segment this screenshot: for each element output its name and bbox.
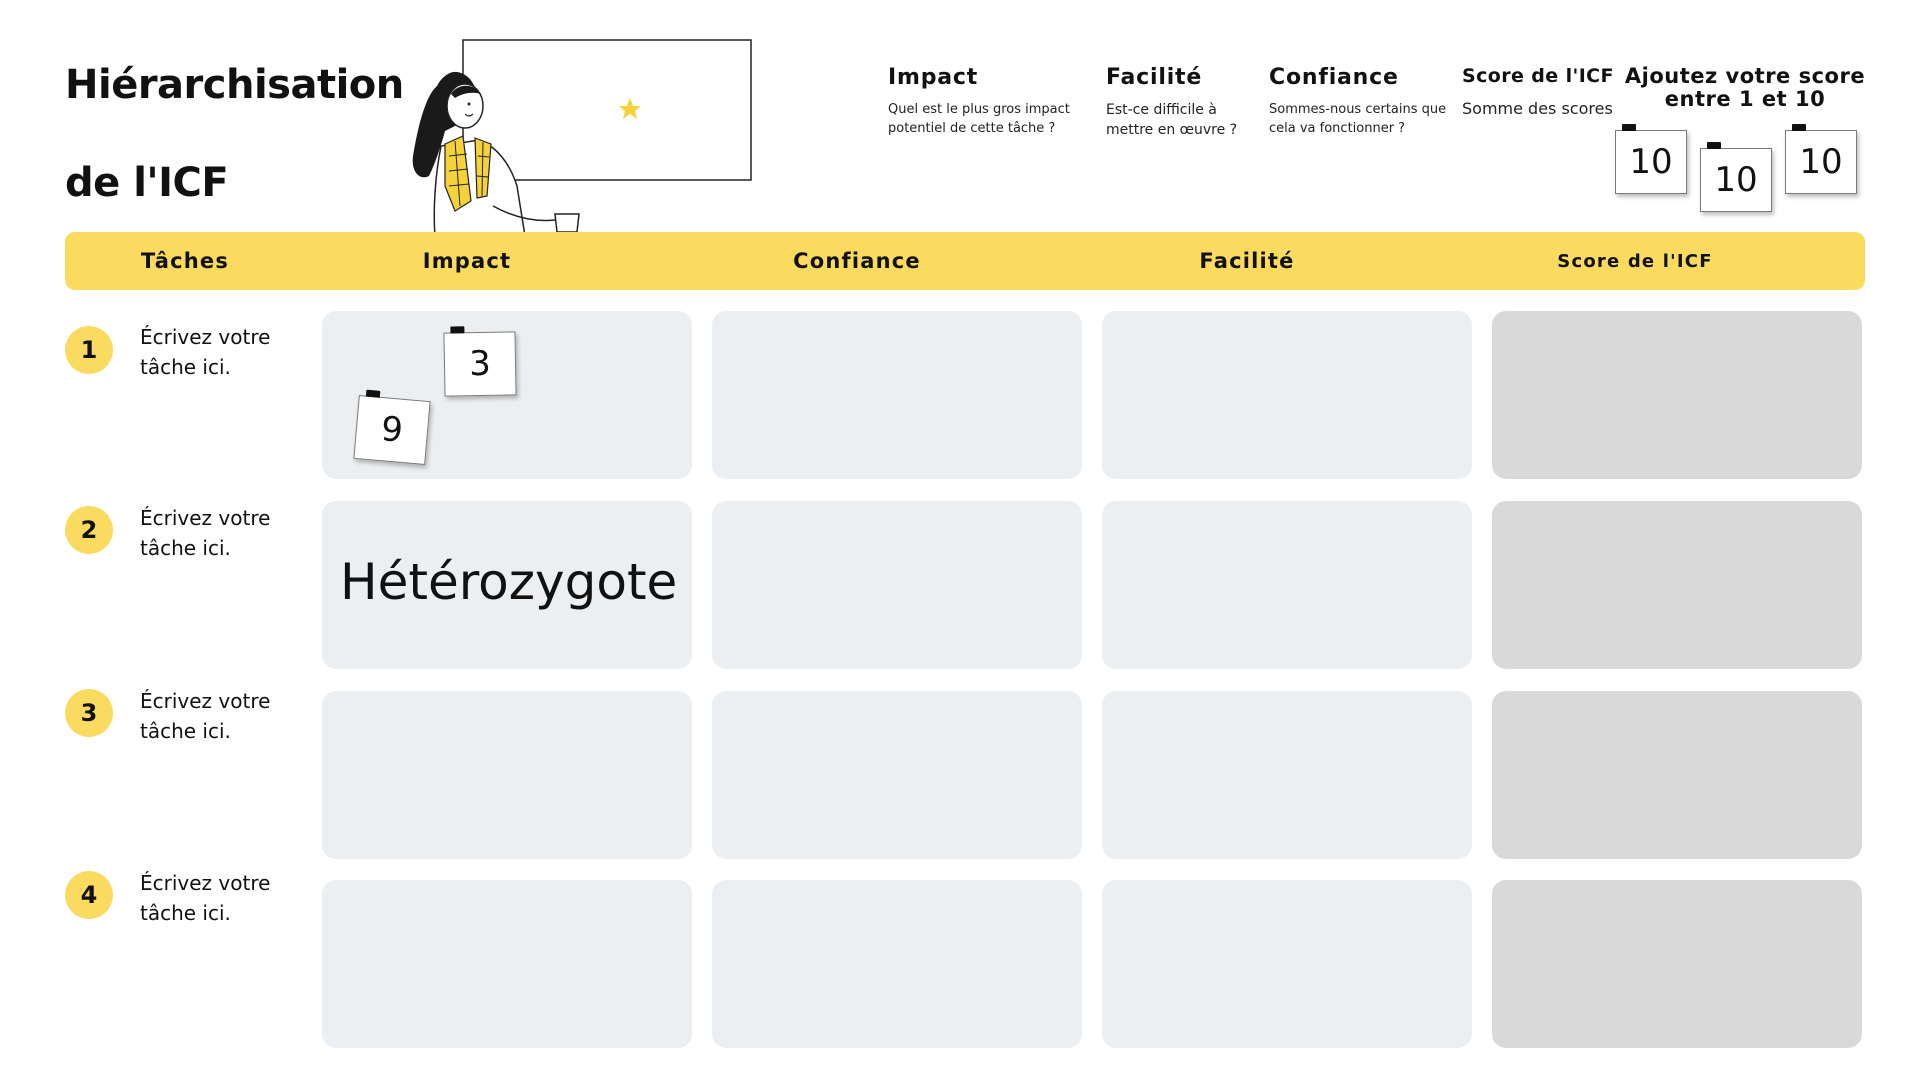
- legend-impact: Impact Quel est le plus gros impact pote…: [888, 65, 1098, 138]
- facilite-cell[interactable]: [1102, 501, 1472, 669]
- facilite-cell[interactable]: [1102, 311, 1472, 479]
- column-header-confiance: Confiance: [793, 249, 921, 273]
- confiance-cell[interactable]: [712, 501, 1082, 669]
- tape-icon: [1792, 124, 1806, 131]
- legend-score: Score de l'ICF Somme des scores: [1462, 65, 1622, 121]
- sticky-note[interactable]: 3: [443, 326, 517, 397]
- row-number: 4: [65, 871, 113, 919]
- impact-cell-text: Hétérozygote: [340, 553, 678, 611]
- impact-cell[interactable]: [322, 880, 692, 1048]
- legend-confiance: Confiance Sommes-nous certains que cela …: [1269, 65, 1449, 138]
- legend-description: Somme des scores: [1462, 99, 1613, 118]
- sticky-note[interactable]: 10: [1700, 142, 1772, 212]
- score-prompt: Ajoutez votre score entre 1 et 10: [1624, 64, 1866, 111]
- task-text[interactable]: Écrivez votre tâche ici.: [140, 322, 300, 382]
- page-title-line2: de l'ICF: [65, 160, 229, 206]
- column-header-facilite: Facilité: [1199, 249, 1295, 273]
- facilite-cell[interactable]: [1102, 880, 1472, 1048]
- tape-icon: [1622, 124, 1636, 131]
- confiance-cell[interactable]: [712, 311, 1082, 479]
- confiance-cell[interactable]: [712, 691, 1082, 859]
- column-header-impact: Impact: [422, 249, 512, 273]
- score-cell: [1492, 311, 1862, 479]
- legend-facilite: Facilité Est-ce difficile à mettre en œu…: [1106, 65, 1246, 140]
- task-text[interactable]: Écrivez votre tâche ici.: [140, 686, 300, 746]
- page-title: Hiérarchisation: [65, 62, 404, 108]
- impact-cell[interactable]: Hétérozygote: [322, 501, 692, 669]
- tape-icon: [1707, 142, 1721, 149]
- sticky-note-value: 10: [1629, 142, 1673, 182]
- legend-heading: Score de l'ICF: [1462, 65, 1614, 87]
- row-number: 1: [65, 326, 113, 374]
- sticky-note-value: 3: [468, 343, 492, 385]
- task-text[interactable]: Écrivez votre tâche ici.: [140, 503, 300, 563]
- legend-heading: Facilité: [1106, 65, 1203, 90]
- row-number: 3: [65, 689, 113, 737]
- legend-heading: Impact: [888, 65, 979, 90]
- tape-icon: [365, 389, 381, 398]
- legend-heading: Confiance: [1269, 65, 1399, 90]
- row-number: 2: [65, 506, 113, 554]
- sticky-note[interactable]: 9: [353, 389, 431, 466]
- confiance-cell[interactable]: [712, 880, 1082, 1048]
- impact-cell[interactable]: [322, 691, 692, 859]
- score-cell: [1492, 501, 1862, 669]
- legend-description: Quel est le plus gros impact potentiel d…: [888, 102, 1070, 136]
- tape-icon: [450, 326, 465, 334]
- legend-description: Sommes-nous certains que cela va fonctio…: [1269, 102, 1447, 136]
- table-header: Tâches Impact Confiance Facilité Score d…: [65, 232, 1865, 290]
- column-header-taches: Tâches: [140, 249, 230, 273]
- sticky-note[interactable]: 10: [1615, 124, 1687, 194]
- sticky-note-value: 10: [1714, 160, 1758, 200]
- facilite-cell[interactable]: [1102, 691, 1472, 859]
- woman-presenting-illustration: [412, 39, 752, 236]
- score-cell: [1492, 691, 1862, 859]
- task-text[interactable]: Écrivez votre tâche ici.: [140, 868, 300, 928]
- legend-description: Est-ce difficile à mettre en œuvre ?: [1106, 102, 1238, 138]
- sticky-note-value: 9: [379, 409, 405, 451]
- score-cell: [1492, 880, 1862, 1048]
- sticky-note-value: 10: [1799, 142, 1843, 182]
- column-header-score: Score de l'ICF: [1557, 250, 1713, 272]
- sticky-note[interactable]: 10: [1785, 124, 1857, 194]
